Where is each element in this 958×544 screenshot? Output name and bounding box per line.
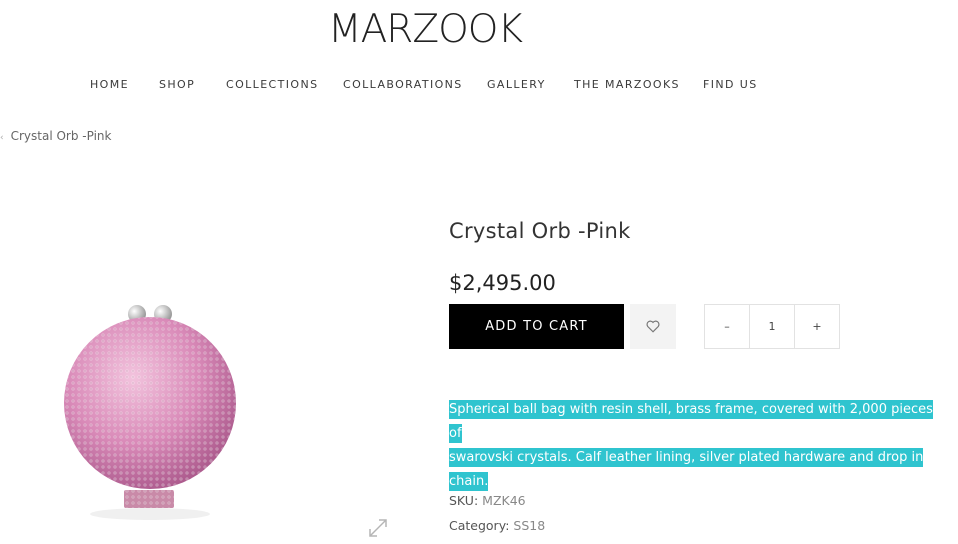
- nav-item-collaborations[interactable]: COLLABORATIONS: [343, 78, 463, 91]
- description-line-1: Spherical ball bag with resin shell, bra…: [449, 400, 933, 443]
- category-label: Category:: [449, 518, 510, 533]
- product-description: Spherical ball bag with resin shell, bra…: [449, 398, 949, 494]
- marzook-logo[interactable]: MARZOOK: [314, 6, 536, 50]
- product-image[interactable]: [40, 290, 280, 544]
- nav-item-the-marzooks[interactable]: THE MARZOOKS: [574, 78, 680, 91]
- sku-value: MZK46: [482, 493, 526, 508]
- heart-icon: [646, 320, 660, 333]
- nav-item-shop[interactable]: SHOP: [159, 78, 195, 91]
- category-link[interactable]: SS18: [513, 518, 545, 533]
- wishlist-button[interactable]: [630, 304, 676, 349]
- product-sku: SKU: MZK46: [449, 493, 526, 508]
- nav-item-find-us[interactable]: FIND US: [703, 78, 758, 91]
- quantity-input[interactable]: 1: [749, 305, 795, 348]
- quantity-stepper: – 1 +: [704, 304, 840, 349]
- product-price: $2,495.00: [449, 271, 556, 295]
- quantity-decrease-button[interactable]: –: [705, 305, 749, 348]
- product-category: Category: SS18: [449, 518, 545, 533]
- sku-label: SKU:: [449, 493, 479, 508]
- product-title: Crystal Orb -Pink: [449, 219, 631, 243]
- nav-item-gallery[interactable]: GALLERY: [487, 78, 546, 91]
- breadcrumb-current: Crystal Orb -Pink: [10, 129, 112, 143]
- logo-text: MARZOOK: [328, 7, 524, 50]
- chevron-left-icon: ‹: [0, 133, 4, 143]
- expand-icon[interactable]: [366, 516, 390, 540]
- add-to-cart-button[interactable]: ADD TO CART: [449, 304, 624, 349]
- breadcrumb: ‹ Crystal Orb -Pink: [0, 129, 111, 143]
- main-nav: HOME SHOP COLLECTIONS COLLABORATIONS GAL…: [0, 78, 958, 94]
- description-line-2: swarovski crystals. Calf leather lining,…: [449, 448, 924, 491]
- quantity-increase-button[interactable]: +: [795, 305, 839, 348]
- nav-item-collections[interactable]: COLLECTIONS: [226, 78, 318, 91]
- nav-item-home[interactable]: HOME: [90, 78, 129, 91]
